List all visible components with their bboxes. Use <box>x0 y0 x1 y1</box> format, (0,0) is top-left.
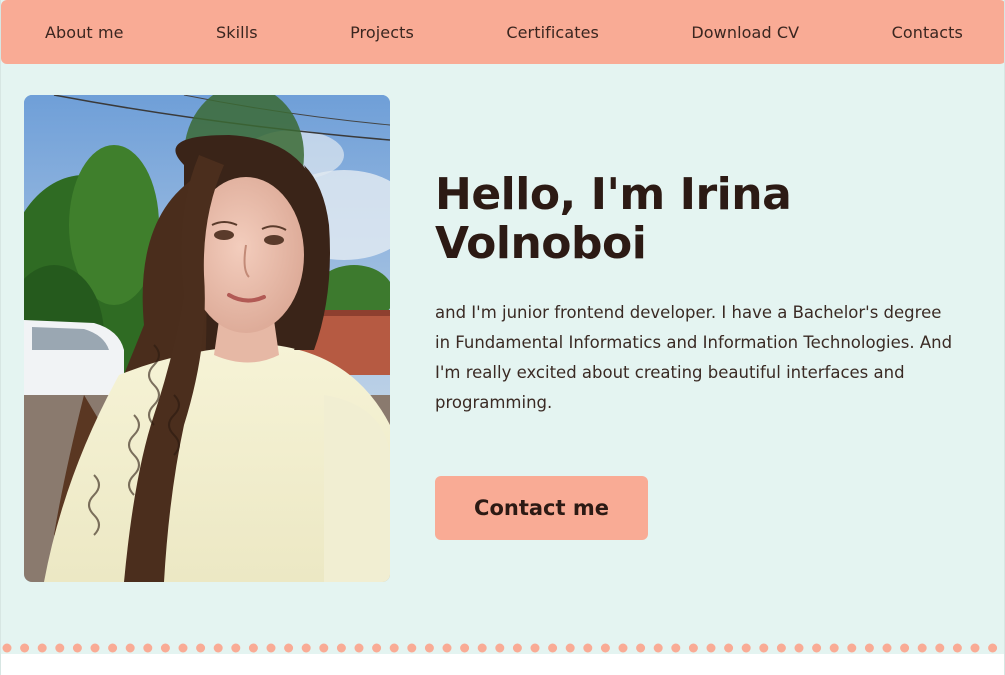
divider-dot <box>20 643 30 653</box>
divider-dot <box>424 643 434 653</box>
divider-dot <box>794 643 804 653</box>
divider-dot <box>530 643 540 653</box>
nav-link-projects[interactable]: Projects <box>350 23 414 42</box>
divider-dot <box>90 643 100 653</box>
divider-dot <box>724 643 734 653</box>
divider-dot <box>618 643 628 653</box>
divider-dot <box>653 643 663 653</box>
nav-link-download-cv[interactable]: Download CV <box>691 23 799 42</box>
contact-me-button[interactable]: Contact me <box>435 476 648 540</box>
divider-dot <box>407 643 417 653</box>
divider-dot <box>72 643 82 653</box>
divider-dot <box>900 643 910 653</box>
divider-dot <box>354 643 364 653</box>
divider-dot <box>55 643 65 653</box>
divider-dot <box>196 643 206 653</box>
divider-dot <box>336 643 346 653</box>
divider-dot <box>389 643 399 653</box>
dotted-divider <box>2 643 998 653</box>
divider-dot <box>847 643 857 653</box>
divider-dot <box>319 643 329 653</box>
divider-dot <box>37 643 47 653</box>
page: About me Skills Projects Certificates Do… <box>0 0 1005 675</box>
nav-link-contacts[interactable]: Contacts <box>892 23 963 42</box>
divider-dot <box>512 643 522 653</box>
divider-dot <box>495 643 505 653</box>
divider-dot <box>882 643 892 653</box>
divider-dot <box>776 643 786 653</box>
divider-dot <box>442 643 452 653</box>
divider-dot <box>759 643 769 653</box>
divider-dot <box>143 643 153 653</box>
divider-dot <box>125 643 135 653</box>
divider-dot <box>178 643 188 653</box>
divider-dot <box>864 643 874 653</box>
divider-dot <box>460 643 470 653</box>
divider-dot <box>671 643 681 653</box>
divider-dot <box>160 643 170 653</box>
divider-dot <box>988 643 998 653</box>
divider-dot <box>812 643 822 653</box>
nav-link-certificates[interactable]: Certificates <box>506 23 599 42</box>
divider-dot <box>248 643 258 653</box>
profile-photo <box>24 95 390 582</box>
divider-dot <box>266 643 276 653</box>
divider-dot <box>108 643 118 653</box>
divider-dot <box>636 643 646 653</box>
divider-dot <box>213 643 223 653</box>
divider-dot <box>688 643 698 653</box>
divider-dot <box>2 643 12 653</box>
divider-dot <box>548 643 558 653</box>
divider-dot <box>477 643 487 653</box>
divider-dot <box>917 643 927 653</box>
divider-dot <box>706 643 716 653</box>
divider-dot <box>935 643 945 653</box>
divider-dot <box>372 643 382 653</box>
divider-dot <box>741 643 751 653</box>
navbar: About me Skills Projects Certificates Do… <box>1 0 1004 64</box>
bottom-strip <box>1 654 1004 675</box>
divider-dot <box>301 643 311 653</box>
hero-description: and I'm junior frontend developer. I hav… <box>435 303 953 412</box>
hero-title: Hello, I'm Irina Volnoboi <box>435 169 792 269</box>
divider-dot <box>231 643 241 653</box>
nav-link-skills[interactable]: Skills <box>216 23 258 42</box>
nav-link-about[interactable]: About me <box>45 23 124 42</box>
divider-dot <box>952 643 962 653</box>
divider-dot <box>284 643 294 653</box>
divider-dot <box>583 643 593 653</box>
divider-dot <box>970 643 980 653</box>
divider-dot <box>565 643 575 653</box>
divider-dot <box>600 643 610 653</box>
divider-dot <box>829 643 839 653</box>
